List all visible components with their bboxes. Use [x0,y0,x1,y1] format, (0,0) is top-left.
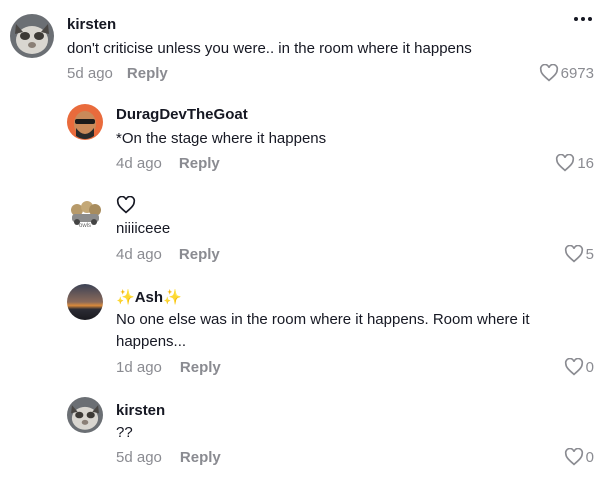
username[interactable]: ✨Ash✨ [116,288,182,306]
sparkles-icon: ✨ [163,289,182,306]
dot [581,17,585,21]
reply-item: DuragDevTheGoat *On the stage where it h… [0,100,616,180]
comment-meta: 5d ago Reply [67,65,168,82]
comment-text-line: No one else was in the room where it hap… [116,311,530,328]
like-button[interactable]: 6973 [539,64,594,82]
comment-age: 1d ago [116,359,162,376]
comment-age: 4d ago [116,155,162,172]
like-button[interactable]: 0 [564,448,594,466]
like-count: 16 [577,154,594,172]
heart-icon [556,154,575,172]
dot [588,17,592,21]
comment-text: No one else was in the room where it hap… [116,309,530,353]
dot [574,17,578,21]
comment-text: don't criticise unless you were.. in the… [67,40,472,57]
heart-icon [564,448,583,466]
reply-button[interactable]: Reply [127,65,168,82]
reply-item: owls niiiiceee 4d ago Reply 5 [0,190,616,270]
avatar[interactable] [67,104,103,140]
avatar-caption: owls [78,223,91,229]
heart-icon [539,64,558,82]
reply-button[interactable]: Reply [179,246,220,263]
comment-age: 4d ago [116,246,162,263]
username[interactable]: DuragDevTheGoat [116,106,248,123]
comment-age: 5d ago [67,65,113,82]
comment-meta: 4d ago Reply [116,246,220,263]
more-options-button[interactable] [574,17,592,21]
comment-meta: 5d ago Reply [116,449,221,466]
avatar[interactable] [67,284,103,320]
avatar[interactable]: owls [67,196,103,232]
comment-meta: 4d ago Reply [116,155,220,172]
reply-button[interactable]: Reply [179,155,220,172]
heart-icon[interactable] [116,195,136,219]
comment-text: *On the stage where it happens [116,130,327,147]
like-count: 0 [585,358,594,376]
comment-text-line: happens... [116,333,187,350]
like-count: 0 [585,448,594,466]
heart-icon [564,245,583,263]
avatar[interactable] [10,14,54,58]
username[interactable]: kirsten [116,402,165,419]
username-text: Ash [134,289,164,306]
sparkles-icon: ✨ [116,289,135,306]
reply-button[interactable]: Reply [180,449,221,466]
reply-button[interactable]: Reply [180,359,221,376]
reply-item: ✨Ash✨ No one else was in the room where … [0,280,616,385]
comment-meta: 1d ago Reply [116,359,221,376]
avatar[interactable] [67,397,103,433]
reply-item: kirsten ?? 5d ago Reply 0 [0,395,616,480]
like-count: 6973 [560,64,594,82]
comment-item: kirsten don't criticise unless you were.… [0,0,616,90]
comment-text: ?? [116,424,133,441]
heart-icon [564,358,583,376]
comment-text: niiiiceee [116,220,171,237]
like-button[interactable]: 0 [564,358,594,376]
like-count: 5 [585,245,594,263]
comment-age: 5d ago [116,449,162,466]
like-button[interactable]: 5 [564,245,594,263]
username[interactable]: kirsten [67,16,116,33]
like-button[interactable]: 16 [555,154,594,172]
